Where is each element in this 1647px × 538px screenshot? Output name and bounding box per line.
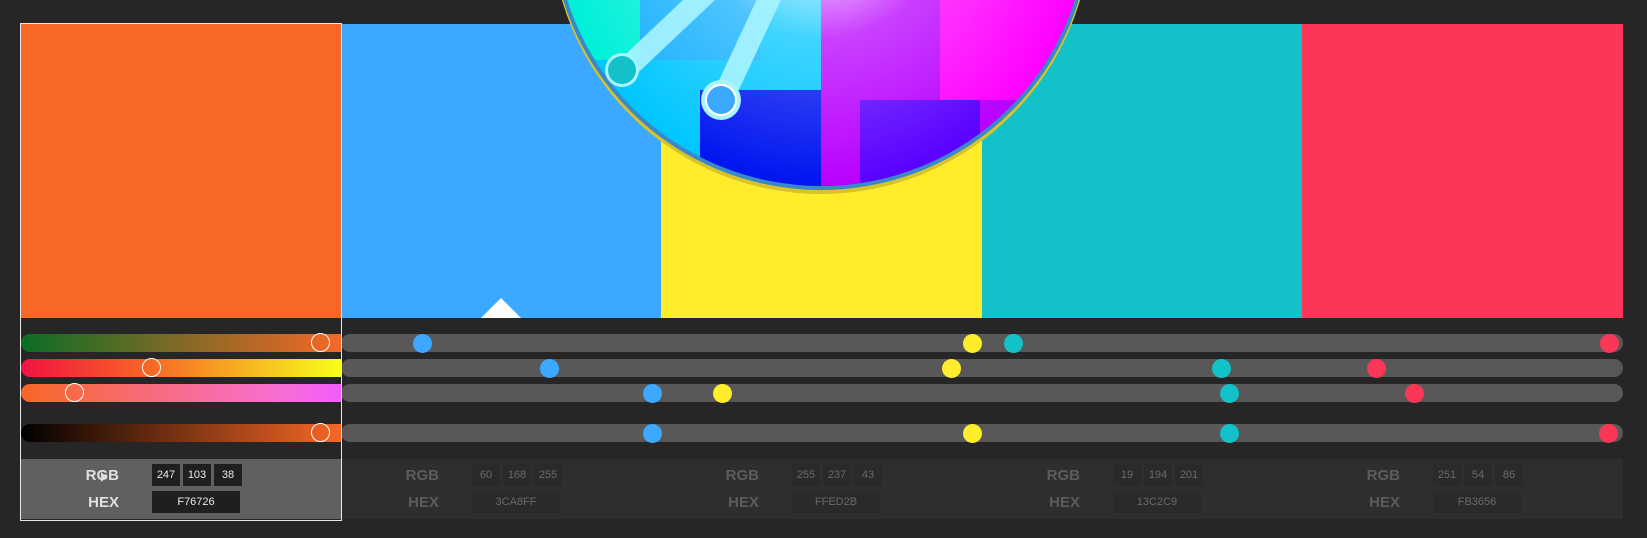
slider-dot-swatch-5[interactable] xyxy=(1598,423,1618,443)
slider-dot-swatch-4[interactable] xyxy=(1219,423,1239,443)
rgb-label: RGB xyxy=(1046,467,1080,484)
slider-dot-swatch-2[interactable] xyxy=(642,423,662,443)
color-swatch-1[interactable] xyxy=(21,24,341,318)
rgb-label: RGB xyxy=(725,467,759,484)
blue-value-field[interactable]: 255 xyxy=(534,464,562,486)
hex-value-field[interactable]: 13C2C9 xyxy=(1113,491,1201,513)
blue-value-field[interactable]: 38 xyxy=(214,464,242,486)
slider-dot-swatch-3[interactable] xyxy=(941,358,961,378)
slider-dot-swatch-5[interactable] xyxy=(1404,383,1424,403)
slider-dot-swatch-5[interactable] xyxy=(1366,358,1386,378)
hex-label: HEX xyxy=(728,494,759,511)
blue-value-field[interactable]: 86 xyxy=(1495,464,1523,486)
red-value-field[interactable]: 247 xyxy=(152,464,180,486)
slider-track-2[interactable] xyxy=(341,359,1623,377)
slider-dot-swatch-3[interactable] xyxy=(962,333,982,353)
red-value-field[interactable]: 251 xyxy=(1433,464,1461,486)
blue-value-field[interactable]: 201 xyxy=(1175,464,1203,486)
color-values-swatch-2: RGB 60 168 255 HEX 3CA8FF xyxy=(341,459,661,519)
slider-track-1[interactable] xyxy=(341,334,1623,352)
hex-label: HEX xyxy=(88,494,119,511)
color-swatch-5[interactable] xyxy=(1302,24,1623,318)
color-values-swatch-1: RGB 247 103 38 HEX F76726 xyxy=(21,459,341,519)
green-value-field[interactable]: 237 xyxy=(823,464,851,486)
slider-handle-1[interactable] xyxy=(311,333,330,352)
red-value-field[interactable]: 60 xyxy=(472,464,500,486)
slider-dot-swatch-3[interactable] xyxy=(962,423,982,443)
color-values-swatch-3: RGB 255 237 43 HEX FFED2B xyxy=(661,459,981,519)
green-value-field[interactable]: 103 xyxy=(183,464,211,486)
slider-dot-swatch-3[interactable] xyxy=(712,383,732,403)
hex-label: HEX xyxy=(1049,494,1080,511)
slider-dot-swatch-2[interactable] xyxy=(539,358,559,378)
green-value-field[interactable]: 168 xyxy=(503,464,531,486)
slider-gradient-2[interactable] xyxy=(21,359,341,377)
slider-track-4[interactable] xyxy=(341,424,1623,442)
slider-handle-2[interactable] xyxy=(142,358,161,377)
color-wheel[interactable] xyxy=(540,0,1100,200)
slider-gradient-4[interactable] xyxy=(21,424,341,442)
slider-gradient-1[interactable] xyxy=(21,334,341,352)
hex-label: HEX xyxy=(408,494,439,511)
green-value-field[interactable]: 54 xyxy=(1464,464,1492,486)
slider-dot-swatch-2[interactable] xyxy=(412,333,432,353)
color-values-swatch-4: RGB 19 194 201 HEX 13C2C9 xyxy=(982,459,1302,519)
hex-label: HEX xyxy=(1369,494,1400,511)
hex-value-field[interactable]: FFED2B xyxy=(792,491,880,513)
blue-value-field[interactable]: 43 xyxy=(854,464,882,486)
rgb-label: RGB xyxy=(85,467,119,484)
rgb-label: RGB xyxy=(405,467,439,484)
hex-value-field[interactable]: 3CA8FF xyxy=(472,491,560,513)
hex-value-field[interactable]: F76726 xyxy=(152,491,240,513)
color-palette-editor: RGB 247 103 38 HEX F76726 RGB 60 168 255… xyxy=(0,0,1647,538)
triangle-up-icon xyxy=(481,298,521,318)
slider-dot-swatch-4[interactable] xyxy=(1219,383,1239,403)
slider-track-3[interactable] xyxy=(341,384,1623,402)
slider-handle-4[interactable] xyxy=(311,423,330,442)
slider-dot-swatch-2[interactable] xyxy=(642,383,662,403)
color-values-swatch-5: RGB 251 54 86 HEX FB3656 xyxy=(1302,459,1622,519)
green-value-field[interactable]: 194 xyxy=(1144,464,1172,486)
red-value-field[interactable]: 255 xyxy=(792,464,820,486)
slider-dot-swatch-4[interactable] xyxy=(1003,333,1023,353)
red-value-field[interactable]: 19 xyxy=(1113,464,1141,486)
hex-value-field[interactable]: FB3656 xyxy=(1433,491,1521,513)
slider-dot-swatch-5[interactable] xyxy=(1599,333,1619,353)
slider-handle-3[interactable] xyxy=(65,383,84,402)
slider-dot-swatch-4[interactable] xyxy=(1211,358,1231,378)
rgb-label: RGB xyxy=(1366,467,1400,484)
